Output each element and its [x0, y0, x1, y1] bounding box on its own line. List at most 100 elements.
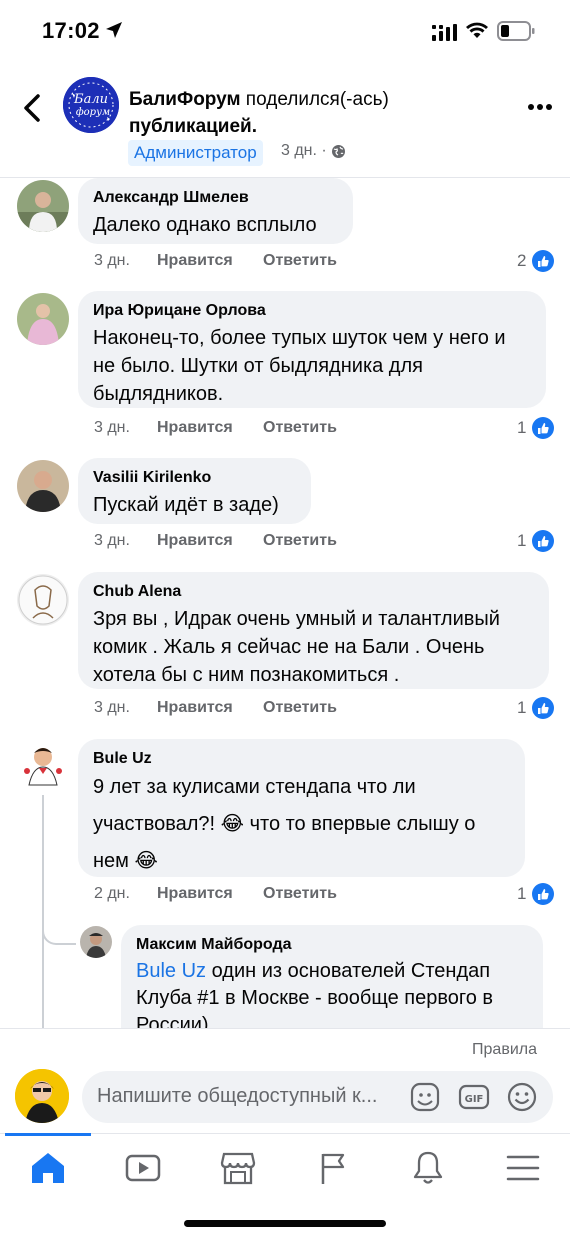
reply-button[interactable]: Ответить: [263, 252, 337, 270]
thumbs-up-icon: [532, 530, 555, 552]
comment-bubble[interactable]: Vasilii Kirilenko Пускай идёт в заде): [78, 458, 311, 524]
status-bar: 17:02: [0, 0, 570, 62]
comment-bubble[interactable]: Ира Юрицане Орлова Наконец-то, более туп…: [78, 291, 546, 408]
wifi-icon: [466, 22, 488, 38]
like-button[interactable]: Нравится: [157, 532, 263, 550]
comment-actions: 3 дн. Нравится Ответить: [94, 419, 337, 437]
comment-text-line: участвовал?! 😂 что то впервые слышу о: [93, 813, 476, 835]
reaction-count-value: 1: [517, 884, 527, 903]
gif-icon[interactable]: GIF: [458, 1081, 490, 1113]
reaction-count-value: 1: [517, 418, 527, 437]
svg-text:Бали: Бали: [73, 92, 108, 107]
comment-text: 9 лет за кулисами стендапа что ли участв…: [93, 769, 511, 880]
avatar[interactable]: [17, 574, 69, 626]
thumbs-up-icon: [532, 883, 555, 905]
comment-text: Bule Uz один из основателей Стендап Клуб…: [136, 958, 529, 1028]
page-avatar[interactable]: Бали форум: [63, 77, 119, 133]
location-arrow-icon: [106, 22, 122, 38]
pages-flag-icon[interactable]: [313, 1148, 353, 1188]
video-icon[interactable]: [123, 1148, 163, 1188]
like-button[interactable]: Нравится: [157, 252, 263, 270]
marketplace-icon[interactable]: [218, 1148, 258, 1188]
comment-bubble[interactable]: Chub Alena Зря вы , Идрак очень умный и …: [78, 572, 549, 689]
avatar[interactable]: [80, 926, 112, 958]
reply-button[interactable]: Ответить: [263, 419, 337, 437]
comment-input[interactable]: Напишите общедоступный к... GIF: [82, 1071, 553, 1123]
menu-icon[interactable]: [503, 1148, 543, 1188]
cellular-signal-icon: [432, 24, 457, 41]
comment-author[interactable]: Bule Uz: [93, 749, 511, 769]
admin-badge: Администратор: [128, 140, 263, 166]
status-time: 17:02: [42, 18, 100, 43]
post-header: Бали форум БалиФорум поделился(-ась) пуб…: [0, 62, 570, 178]
notifications-bell-icon[interactable]: [408, 1148, 448, 1188]
avatar[interactable]: [17, 460, 69, 512]
shared-text: поделился(-ась): [240, 89, 389, 110]
comment-author[interactable]: Vasilii Kirilenko: [93, 468, 297, 488]
reaction-count[interactable]: 1: [517, 883, 555, 905]
comment-text-line: 9 лет за кулисами стендапа что ли: [93, 776, 416, 798]
comment-bubble[interactable]: Bule Uz 9 лет за кулисами стендапа что л…: [78, 739, 525, 877]
reaction-count[interactable]: 1: [517, 697, 555, 719]
comment-time[interactable]: 3 дн.: [94, 419, 157, 437]
comment-actions: 3 дн. Нравится Ответить: [94, 252, 337, 270]
shared-text-2: публикацией.: [129, 116, 258, 137]
comment-actions: 3 дн. Нравится Ответить: [94, 532, 337, 550]
comment-author[interactable]: Максим Майборода: [136, 935, 529, 955]
reply-comment: Максим Майборода Bule Uz один из основат…: [0, 925, 570, 1028]
more-options-icon[interactable]: [527, 102, 553, 112]
reply-button[interactable]: Ответить: [263, 532, 337, 550]
comment-input-placeholder: Напишите общедоступный к...: [97, 1085, 378, 1107]
reaction-count[interactable]: 1: [517, 417, 555, 439]
comment-time[interactable]: 2 дн.: [94, 885, 157, 903]
comment-actions: 2 дн. Нравится Ответить: [94, 885, 337, 903]
comment-text: Наконец-то, более тупых шуток чем у него…: [93, 327, 506, 405]
comment-author[interactable]: Ира Юрицане Орлова: [93, 301, 532, 321]
emoji-icon[interactable]: [506, 1081, 538, 1113]
comment-author[interactable]: Chub Alena: [93, 582, 535, 602]
reaction-count-value: 1: [517, 698, 527, 717]
home-indicator: [184, 1220, 386, 1227]
comment-composer: Правила Напишите общедоступный к... GIF: [0, 1028, 570, 1134]
like-button[interactable]: Нравится: [157, 699, 263, 717]
active-tab-indicator: [5, 1133, 91, 1136]
globe-icon: [331, 144, 345, 158]
svg-text:GIF: GIF: [465, 1094, 484, 1105]
bali-forum-logo-icon: Бали форум: [63, 77, 119, 133]
reaction-count-value: 1: [517, 531, 527, 550]
comment-text: Пускай идёт в заде): [93, 494, 279, 516]
comment-text-line: нем 😂: [93, 850, 158, 872]
post-time[interactable]: 3 дн. ·: [281, 142, 327, 160]
rules-link[interactable]: Правила: [472, 1041, 537, 1059]
battery-icon: [497, 21, 535, 41]
svg-text:форум: форум: [76, 107, 110, 118]
post-meta: 3 дн. ·: [281, 142, 346, 160]
back-arrow-icon[interactable]: [20, 92, 44, 124]
thumbs-up-icon: [532, 250, 555, 272]
comment-bubble[interactable]: Максим Майборода Bule Uz один из основат…: [121, 925, 543, 1028]
page-name-link[interactable]: БалиФорум: [129, 89, 241, 110]
comment-actions: 3 дн. Нравится Ответить: [94, 699, 337, 717]
reaction-count-value: 2: [517, 251, 527, 270]
my-avatar: [15, 1069, 69, 1123]
comment-time[interactable]: 3 дн.: [94, 252, 157, 270]
comment-author[interactable]: Александр Шмелев: [93, 188, 339, 208]
comment-bubble[interactable]: Александр Шмелев Далеко однако всплыло: [78, 178, 353, 244]
sticker-icon[interactable]: [409, 1081, 441, 1113]
avatar[interactable]: [17, 741, 69, 793]
thumbs-up-icon: [532, 697, 555, 719]
like-button[interactable]: Нравится: [157, 885, 263, 903]
comment-time[interactable]: 3 дн.: [94, 532, 157, 550]
like-button[interactable]: Нравится: [157, 419, 263, 437]
comment-time[interactable]: 3 дн.: [94, 699, 157, 717]
reply-button[interactable]: Ответить: [263, 885, 337, 903]
comment-text: Зря вы , Идрак очень умный и талантливый…: [93, 608, 500, 686]
home-icon[interactable]: [28, 1148, 68, 1188]
bottom-tab-bar: [0, 1133, 570, 1235]
reply-button[interactable]: Ответить: [263, 699, 337, 717]
avatar[interactable]: [17, 180, 69, 232]
avatar[interactable]: [17, 293, 69, 345]
reaction-count[interactable]: 2: [517, 250, 555, 272]
reaction-count[interactable]: 1: [517, 530, 555, 552]
mention-link[interactable]: Bule Uz: [136, 960, 206, 982]
